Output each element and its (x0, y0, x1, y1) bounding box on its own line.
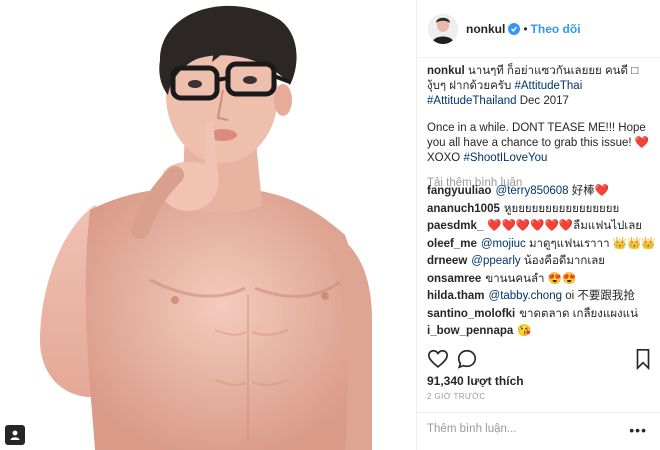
comment-item: i_bow_pennapa 😘 (427, 324, 657, 342)
caption-text-2: Once in a while. DONT TEASE ME!!! Hope y… (427, 122, 646, 149)
comment-text: ❤️❤️❤️❤️❤️❤️ลืมแฟนไปเลย (487, 220, 643, 232)
add-comment-input[interactable] (427, 423, 617, 435)
comment-text: น้องคือดีมากเลย (523, 255, 606, 267)
avatar-image (428, 13, 458, 44)
comment-item: santino_molofki ขาดตลาด เกลี้ยงแผงแน่ (427, 307, 657, 325)
comment-text: 好棒❤️ (571, 185, 610, 197)
comment-item: ananuch1005 หูยยยยยยยยยยยยยยยย (427, 202, 657, 220)
post-timestamp[interactable]: 2 GIỜ TRƯỚC (427, 392, 486, 401)
comment-list: fangyuuliao @terry850608 好棒❤️ ananuch1005… (427, 184, 657, 342)
verified-badge-icon (508, 22, 521, 35)
follow-button[interactable]: Theo dõi (531, 22, 581, 36)
comment-text: ขานนคนล่ำ 😍😍 (485, 272, 577, 285)
post-author-username[interactable]: nonkul (466, 22, 505, 36)
user-tag-icon[interactable] (5, 425, 25, 445)
comment-username[interactable]: onsamree (427, 273, 481, 285)
comment-mention[interactable]: @mojiuc (481, 238, 526, 250)
comment-username[interactable]: hilda.tham (427, 290, 485, 302)
add-comment-row: ••• (417, 412, 660, 450)
caption-heart: ❤️ (634, 137, 650, 149)
comment-username[interactable]: paesdmk_ (427, 220, 483, 232)
action-bar (427, 348, 653, 372)
comment-item: hilda.tham @tabby.chong oi 不要跟我抢 (427, 289, 657, 307)
comment-username[interactable]: oleef_me (427, 238, 477, 250)
caption-date: Dec 2017 (519, 95, 569, 107)
caption-username[interactable]: nonkul (427, 65, 465, 77)
user-tag-glyph (10, 430, 20, 440)
header-separator: • (523, 21, 528, 36)
comment-mention[interactable]: @terry850608 (496, 185, 569, 197)
comment-item: drneew @ppearly น้องคือดีมากเลย (427, 254, 657, 272)
comment-username[interactable]: santino_molofki (427, 308, 515, 320)
comment-username[interactable]: fangyuuliao (427, 185, 492, 197)
comment-item: fangyuuliao @terry850608 好棒❤️ (427, 184, 657, 202)
caption-xoxo: XOXO (427, 152, 461, 164)
comment-item: onsamree ขานนคนล่ำ 😍😍 (427, 272, 657, 290)
caption-paragraph-1: nonkul นานๆที ก็อย่าแซวกันเลยยย คนดี □ ง… (427, 64, 653, 109)
hashtag-link[interactable]: #ShootILoveYou (463, 152, 547, 164)
heart-icon[interactable] (427, 348, 449, 375)
comment-text: oi 不要跟我抢 (565, 290, 635, 302)
comment-text: หูยยยยยยยยยยยยยยยย (503, 202, 620, 215)
comment-mention[interactable]: @ppearly (471, 255, 520, 267)
comment-text: ขาดตลาด เกลี้ยงแผงแน่ (519, 307, 638, 320)
post-header: nonkul • Theo dõi (417, 0, 660, 58)
post-sidebar: nonkul • Theo dõi nonkul นานๆที ก็อย่าแซ… (416, 0, 660, 450)
like-count[interactable]: 91,340 lượt thích (427, 374, 524, 388)
post-photo[interactable] (0, 0, 416, 450)
post-caption: nonkul นานๆที ก็อย่าแซวกันเลยยย คนดี □ ง… (427, 64, 653, 191)
bookmark-icon[interactable] (633, 348, 653, 375)
comment-username[interactable]: i_bow_pennapa (427, 325, 513, 337)
comment-item: paesdmk_ ❤️❤️❤️❤️❤️❤️ลืมแฟนไปเลย (427, 219, 657, 237)
more-options-icon[interactable]: ••• (629, 422, 647, 438)
hashtag-link[interactable]: #AttitudeThai (514, 80, 582, 92)
comment-text: 😘 (517, 325, 532, 337)
hashtag-link[interactable]: #AttitudeThailand (427, 95, 517, 107)
comment-bubble-icon[interactable] (456, 348, 478, 375)
comment-username[interactable]: ananuch1005 (427, 203, 500, 215)
post-photo-illustration (0, 0, 416, 450)
caption-paragraph-2: Once in a while. DONT TEASE ME!!! Hope y… (427, 121, 653, 166)
comment-username[interactable]: drneew (427, 255, 467, 267)
comment-item: oleef_me @mojiuc มาดูๆแฟนเราาา 👑👑👑 (427, 237, 657, 255)
avatar[interactable] (428, 13, 458, 44)
comment-text: มาดูๆแฟนเราาา 👑👑👑 (528, 237, 656, 250)
comment-mention[interactable]: @tabby.chong (489, 290, 562, 302)
